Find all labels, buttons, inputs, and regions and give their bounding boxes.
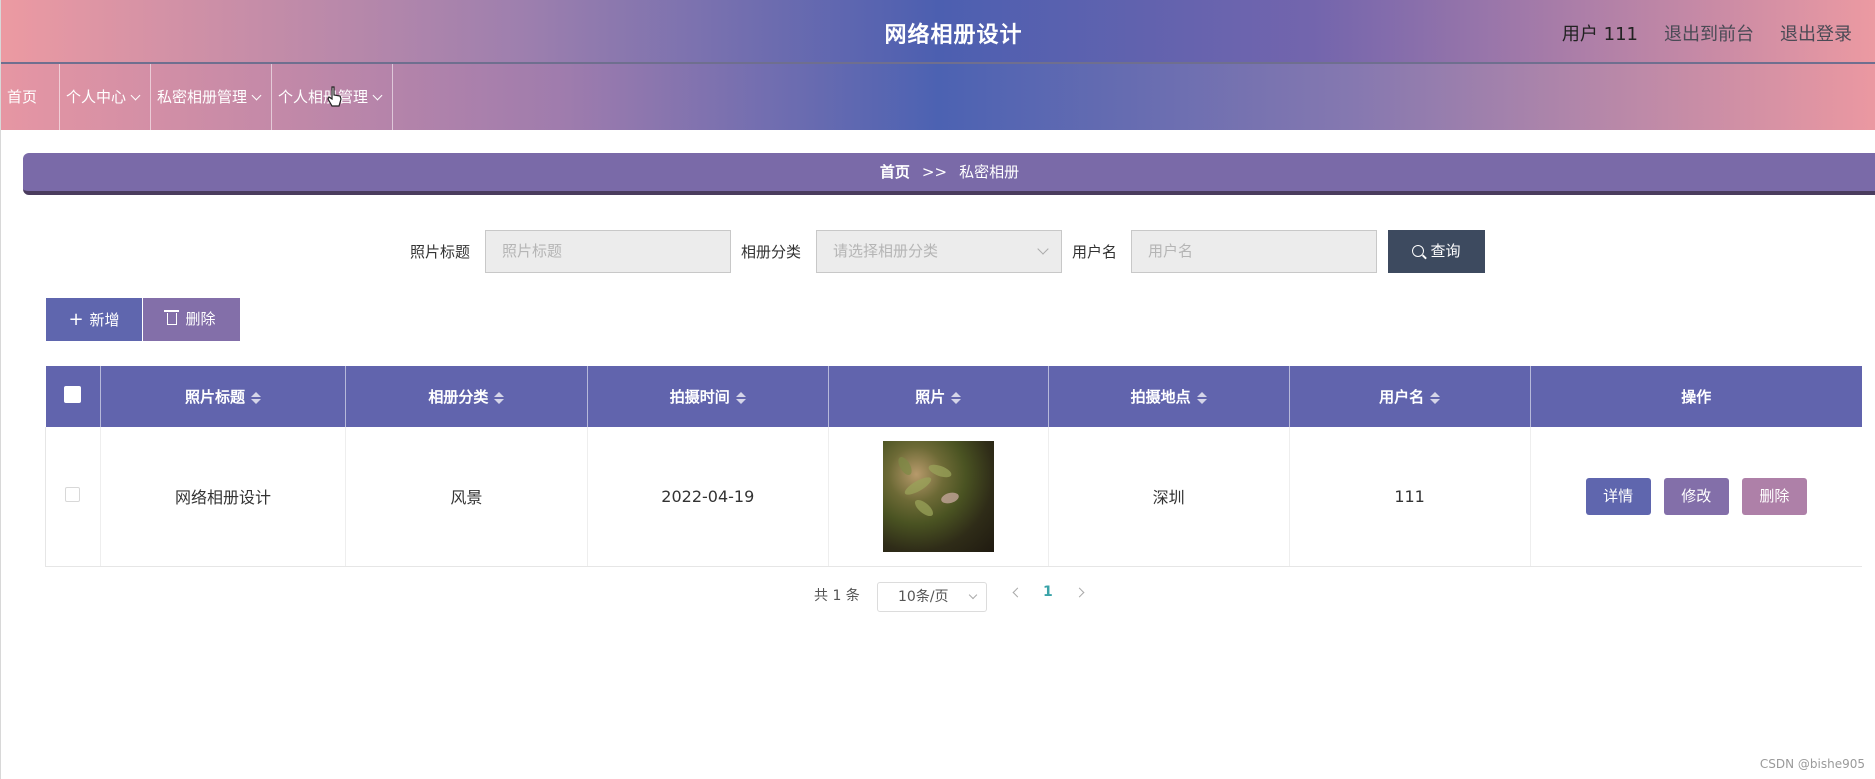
album-category-label: 相册分类 — [741, 243, 802, 261]
col-shoot-date[interactable]: 拍摄时间 — [587, 366, 829, 427]
app-root: 网络相册设计 用户 111 退出到前台 退出登录 首页 个人中心 私密相册管理 … — [0, 0, 1875, 779]
col-location[interactable]: 拍摄地点 — [1048, 366, 1290, 427]
cell-location: 深圳 — [1048, 427, 1290, 567]
page-number-current[interactable]: 1 — [1043, 584, 1053, 600]
column-label: 拍摄地点 — [1130, 388, 1191, 406]
photo-title-input[interactable]: 照片标题 — [485, 230, 731, 273]
breadcrumb-separator: >> — [921, 163, 948, 181]
page-size-select[interactable]: 10条/页 — [877, 582, 987, 612]
photo-title-label: 照片标题 — [410, 243, 471, 261]
back-to-frontend-link[interactable]: 退出到前台 — [1664, 20, 1754, 46]
select-all-cell — [45, 366, 101, 427]
chevron-down-icon — [968, 590, 978, 600]
sort-icon[interactable] — [951, 392, 962, 404]
prev-page-icon[interactable] — [1012, 587, 1023, 598]
col-photo-title[interactable]: 照片标题 — [100, 366, 346, 427]
cell-operations: 详情 修改 删除 — [1530, 427, 1862, 567]
sort-icon[interactable] — [250, 392, 261, 404]
photo-detail — [895, 454, 915, 477]
photo-title-placeholder: 照片标题 — [502, 242, 563, 260]
main-nav: 首页 个人中心 私密相册管理 个人相册管理 — [1, 64, 1875, 130]
breadcrumb-current: 私密相册 — [959, 163, 1020, 181]
edit-button[interactable]: 修改 — [1663, 477, 1729, 515]
photo-detail — [939, 490, 960, 505]
row-select-cell — [45, 427, 101, 567]
photo-thumbnail[interactable] — [882, 440, 994, 552]
batch-delete-button[interactable]: 删除 — [143, 298, 240, 341]
query-button[interactable]: 查询 — [1388, 230, 1485, 273]
username-placeholder: 用户名 — [1148, 242, 1194, 260]
chevron-down-icon — [251, 90, 262, 101]
row-checkbox[interactable] — [65, 486, 81, 502]
album-category-placeholder: 请选择相册分类 — [833, 242, 939, 260]
cell-photo — [828, 427, 1049, 567]
logout-link[interactable]: 退出登录 — [1780, 20, 1852, 46]
sort-icon[interactable] — [1430, 392, 1441, 404]
col-photo[interactable]: 照片 — [828, 366, 1049, 427]
album-category-select[interactable]: 请选择相册分类 — [816, 230, 1062, 273]
header-user-area: 用户 111 退出到前台 退出登录 — [1562, 20, 1852, 46]
chevron-down-icon — [372, 90, 383, 101]
column-label: 相册分类 — [428, 388, 489, 406]
next-page-icon[interactable] — [1074, 587, 1085, 598]
plus-icon: + — [68, 309, 84, 330]
query-button-label: 查询 — [1430, 242, 1461, 260]
chevron-down-icon — [130, 90, 141, 101]
photo-detail — [912, 496, 936, 519]
nav-item-home[interactable]: 首页 — [1, 64, 60, 130]
breadcrumb: 首页 >> 私密相册 — [23, 153, 1875, 195]
column-label: 照片标题 — [184, 388, 245, 406]
detail-button[interactable]: 详情 — [1585, 477, 1651, 515]
add-button-label: 新增 — [89, 311, 120, 329]
nav-item-personal-center[interactable]: 个人中心 — [60, 64, 151, 130]
nav-item-label: 个人相册管理 — [278, 88, 369, 106]
trash-icon — [164, 310, 180, 325]
sort-icon[interactable] — [494, 392, 505, 404]
username-input[interactable]: 用户名 — [1131, 230, 1377, 273]
nav-item-label: 个人中心 — [66, 88, 127, 106]
pagination-total: 共 1 条 — [814, 588, 860, 604]
column-label: 操作 — [1681, 388, 1712, 406]
nav-item-label: 私密相册管理 — [157, 88, 248, 106]
watermark: CSDN @bishe905 — [1759, 757, 1865, 771]
col-album-category[interactable]: 相册分类 — [345, 366, 588, 427]
chevron-down-icon — [1037, 243, 1049, 255]
photo-detail — [902, 473, 934, 498]
table-header-row: 照片标题 相册分类 拍摄时间 照片 拍摄地点 用户名 操作 — [45, 366, 1862, 427]
delete-button[interactable]: 删除 — [1741, 477, 1807, 515]
page-size-value: 10条/页 — [898, 589, 949, 605]
cell-username: 111 — [1289, 427, 1531, 567]
current-user-label: 用户 111 — [1561, 24, 1638, 45]
breadcrumb-home[interactable]: 首页 — [880, 163, 910, 181]
table-row: 网络相册设计 风景 2022-04-19 深圳 111 详情 修改 删除 — [45, 427, 1862, 567]
col-operations: 操作 — [1530, 366, 1862, 427]
username-label: 用户名 — [1072, 243, 1118, 261]
sort-icon[interactable] — [735, 392, 746, 404]
nav-item-private-album[interactable]: 私密相册管理 — [151, 64, 272, 130]
top-header: 网络相册设计 用户 111 退出到前台 退出登录 — [1, 0, 1875, 64]
col-username[interactable]: 用户名 — [1289, 366, 1531, 427]
column-label: 用户名 — [1379, 388, 1425, 406]
mouse-pointer-icon — [327, 86, 342, 107]
cell-shoot-date: 2022-04-19 — [587, 427, 829, 567]
cell-photo-title: 网络相册设计 — [100, 427, 346, 567]
batch-delete-label: 删除 — [185, 310, 216, 328]
sort-icon[interactable] — [1196, 392, 1207, 404]
nav-item-label: 首页 — [7, 88, 38, 106]
add-button[interactable]: + 新增 — [46, 298, 142, 341]
column-label: 照片 — [915, 388, 946, 406]
column-label: 拍摄时间 — [669, 388, 730, 406]
select-all-checkbox[interactable] — [64, 386, 82, 403]
cell-album-category: 风景 — [345, 427, 588, 567]
search-icon — [1412, 245, 1425, 257]
album-table: 照片标题 相册分类 拍摄时间 照片 拍摄地点 用户名 操作 网络相册设计 风景 … — [45, 366, 1862, 567]
